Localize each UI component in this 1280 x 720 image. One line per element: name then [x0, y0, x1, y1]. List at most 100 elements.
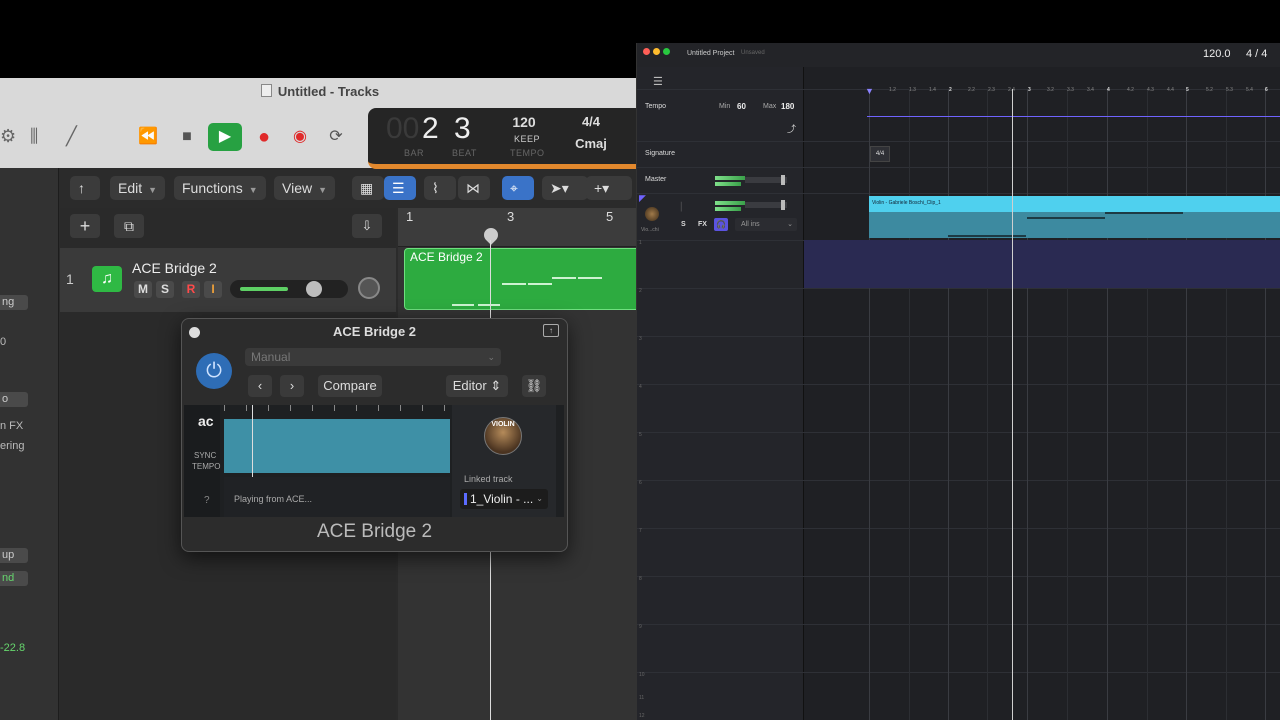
snap-icon[interactable]: ⌖	[502, 176, 534, 200]
sidebar-item[interactable]: nd	[0, 571, 28, 586]
pointer-tool-icon[interactable]: ➤▾	[542, 176, 588, 200]
tempo-curve-icon[interactable]: ⤴	[787, 122, 796, 135]
track-marker-icon: ◤	[639, 193, 646, 203]
grid-line	[909, 89, 910, 720]
ace-window: Untitled Project Unsaved 120.0 4 / 4 1.2…	[636, 43, 1280, 720]
master-meter	[715, 176, 745, 180]
sidebar-item[interactable]: o	[0, 392, 28, 407]
pencil-icon[interactable]: ╱	[66, 126, 77, 147]
zoom-button[interactable]	[663, 48, 670, 55]
sync-tempo-label[interactable]: TEMPO	[192, 462, 220, 471]
edit-menu[interactable]: Edit ▼	[110, 176, 166, 200]
chevron-down-icon: ▼	[248, 185, 258, 195]
bar-ruler[interactable]	[398, 208, 640, 247]
grid-line	[869, 89, 870, 720]
pan-knob[interactable]	[358, 277, 380, 299]
lcd-bar-label: BAR	[404, 148, 425, 158]
sidebar-item[interactable]: up	[0, 548, 28, 563]
record-enable-button[interactable]: R	[182, 281, 200, 298]
headphones-icon[interactable]: 🎧	[714, 218, 728, 231]
mute-button[interactable]: M	[134, 281, 152, 298]
compare-button[interactable]: Compare	[318, 375, 382, 397]
logic-titlebar: Untitled - Tracks	[0, 78, 640, 106]
track-fader-knob[interactable]	[781, 200, 785, 210]
functions-menu[interactable]: Functions ▼	[174, 176, 266, 200]
grid-line	[637, 432, 1280, 433]
preset-select[interactable]: Manual ⌄	[245, 348, 501, 366]
tempo-display[interactable]: 120.0	[1203, 48, 1231, 60]
duplicate-track-icon[interactable]: ⧉	[114, 214, 144, 238]
ruler-tick: 2.2	[968, 87, 975, 93]
next-preset-button[interactable]: ›	[280, 375, 304, 397]
sync-tempo-label[interactable]: SYNC	[194, 451, 216, 460]
track-fx-button[interactable]: FX	[698, 221, 707, 228]
editor-menu[interactable]: Editor ⇕	[446, 375, 508, 397]
play-button[interactable]: ▶	[208, 123, 242, 151]
expand-icon[interactable]: ↑	[543, 324, 559, 337]
tempo-max-label: Max	[763, 103, 777, 110]
track-name[interactable]: ACE Bridge 2	[132, 260, 217, 276]
midi-note	[452, 304, 474, 306]
tempo-automation-line[interactable]	[867, 116, 1280, 117]
hamburger-menu-icon[interactable]: ☰	[653, 75, 663, 88]
mixer-icon[interactable]: ⫼	[30, 126, 38, 147]
capture-record-button[interactable]: ◉	[283, 123, 317, 151]
ruler-tick: 5.3	[1226, 87, 1233, 93]
cycle-button[interactable]: ⟳	[319, 123, 353, 151]
automation-icon[interactable]: ⌇	[424, 176, 456, 200]
signature-display[interactable]: 4 / 4	[1246, 48, 1267, 60]
minimize-button[interactable]	[653, 48, 660, 55]
view-menu[interactable]: View ▼	[274, 176, 336, 200]
stop-button[interactable]: ■	[170, 123, 204, 151]
lcd-tempo: 120	[512, 114, 536, 130]
settings-icon[interactable]: ⚙	[0, 126, 16, 147]
track-arm-toggle[interactable]: │	[679, 202, 684, 211]
tempo-min-value[interactable]: 60	[737, 102, 746, 111]
window-title: Untitled - Tracks	[277, 84, 380, 99]
rewind-button[interactable]: ⏪	[131, 123, 165, 151]
record-button[interactable]: ●	[247, 123, 281, 151]
grid-line	[637, 384, 1280, 385]
ruler-tick: 1.2	[889, 87, 896, 93]
lcd-tempo-label: TEMPO	[510, 148, 545, 158]
grid-line	[948, 89, 949, 720]
previous-preset-button[interactable]: ‹	[248, 375, 272, 397]
back-arrow-icon[interactable]: ↑	[70, 176, 100, 200]
master-row-label: Master	[645, 176, 667, 183]
plugin-window: ACE Bridge 2 ↑ ⏻ Manual ⌄ ‹ › Compare Edi…	[181, 318, 568, 552]
close-button[interactable]	[643, 48, 650, 55]
grid-line	[637, 336, 1280, 337]
catch-icon[interactable]: ⇩	[352, 214, 382, 238]
loop-start-marker-icon[interactable]: ▼	[865, 86, 874, 96]
ruler-bar-label: 3	[507, 209, 515, 224]
input-select[interactable]: All ins ⌄	[735, 218, 797, 231]
tempo-max-value[interactable]: 180	[781, 102, 794, 111]
lcd-display[interactable]: 00 2 3 BAR BEAT 120 KEEP TEMPO 4/4 Cmaj	[368, 108, 640, 169]
track-solo-button[interactable]: S	[681, 221, 686, 228]
project-status: Unsaved	[741, 50, 765, 56]
lcd-time-signature: 4/4	[581, 114, 601, 129]
linked-track-select[interactable]: 1_Violin - ... ⌄	[460, 489, 548, 509]
ace-logo: ac	[198, 413, 214, 429]
volume-slider-knob[interactable]	[306, 281, 322, 297]
ace-timeline[interactable]	[804, 67, 1280, 720]
grid-line	[1107, 89, 1108, 720]
master-fader-knob[interactable]	[781, 175, 785, 185]
power-icon[interactable]: ⏻	[196, 353, 232, 389]
list-view-icon[interactable]: ☰	[384, 176, 416, 200]
link-icon[interactable]: ⛓	[522, 375, 546, 397]
row-number: 8	[639, 576, 642, 582]
grid-line	[1186, 89, 1187, 720]
signature-marker[interactable]: 4/4	[870, 146, 890, 162]
grid-line	[637, 480, 1280, 481]
input-monitor-button[interactable]: I	[204, 281, 222, 298]
marquee-tool-icon[interactable]: +▾	[586, 176, 632, 200]
flex-icon[interactable]: ⋈	[458, 176, 490, 200]
solo-button[interactable]: S	[156, 281, 174, 298]
lcd-tempo-mode: KEEP	[514, 134, 541, 144]
help-button[interactable]: ?	[204, 495, 210, 506]
grid-view-icon[interactable]: ▦	[352, 176, 384, 200]
add-track-button[interactable]: +	[70, 214, 100, 238]
sidebar-item[interactable]: ng	[0, 295, 28, 310]
playback-status: Playing from ACE...	[234, 494, 313, 504]
